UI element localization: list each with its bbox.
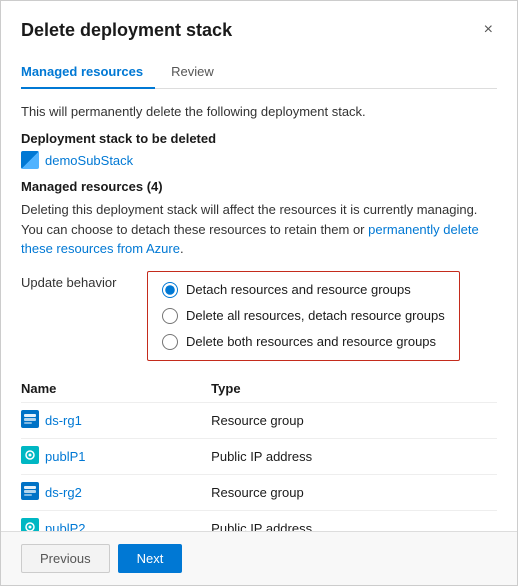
radio-option-detach[interactable]: Detach resources and resource groups xyxy=(162,282,445,298)
managed-description: Deleting this deployment stack will affe… xyxy=(21,200,497,259)
radio-delete-both-label: Delete both resources and resource group… xyxy=(186,334,436,349)
resource-name-cell: ds-rg1 xyxy=(21,402,211,438)
previous-button[interactable]: Previous xyxy=(21,544,110,573)
resource-type: Resource group xyxy=(211,474,497,510)
resources-table: Name Type ds-rg1 Resource group publP1 Pub… xyxy=(21,375,497,531)
resource-name-cell: ds-rg2 xyxy=(21,474,211,510)
ip-address-icon xyxy=(21,518,39,531)
col-type: Type xyxy=(211,375,497,403)
radio-option-delete-both[interactable]: Delete both resources and resource group… xyxy=(162,334,445,350)
radio-delete-all-label: Delete all resources, detach resource gr… xyxy=(186,308,445,323)
deployment-stack-label: Deployment stack to be deleted xyxy=(21,131,497,146)
radio-group: Detach resources and resource groups Del… xyxy=(147,271,460,361)
resource-name[interactable]: publP2 xyxy=(45,521,85,531)
resource-type: Public IP address xyxy=(211,510,497,531)
resource-name[interactable]: ds-rg2 xyxy=(45,485,82,500)
stack-link-row: demoSubStack xyxy=(21,151,497,169)
stack-icon xyxy=(21,151,39,169)
radio-detach[interactable] xyxy=(162,282,178,298)
resource-name-cell: publP1 xyxy=(21,438,211,474)
update-behavior-row: Update behavior Detach resources and res… xyxy=(21,271,497,361)
dialog-title: Delete deployment stack xyxy=(21,20,232,41)
radio-delete-both[interactable] xyxy=(162,334,178,350)
managed-description-text2: . xyxy=(180,241,184,256)
table-row: ds-rg1 Resource group xyxy=(21,402,497,438)
tab-review[interactable]: Review xyxy=(171,56,226,89)
update-behavior-label: Update behavior xyxy=(21,271,131,290)
table-row: publP2 Public IP address xyxy=(21,510,497,531)
next-button[interactable]: Next xyxy=(118,544,183,573)
radio-detach-label: Detach resources and resource groups xyxy=(186,282,411,297)
tab-managed-resources[interactable]: Managed resources xyxy=(21,56,155,89)
resource-type: Public IP address xyxy=(211,438,497,474)
table-row: ds-rg2 Resource group xyxy=(21,474,497,510)
stack-name-link[interactable]: demoSubStack xyxy=(45,153,133,168)
ip-address-icon xyxy=(21,446,39,467)
dialog-header: Delete deployment stack × xyxy=(1,1,517,43)
managed-resources-label: Managed resources (4) xyxy=(21,179,497,194)
resource-name[interactable]: publP1 xyxy=(45,449,85,464)
delete-deployment-stack-dialog: Delete deployment stack × Managed resour… xyxy=(0,0,518,586)
info-text: This will permanently delete the followi… xyxy=(21,103,497,121)
resource-name[interactable]: ds-rg1 xyxy=(45,413,82,428)
dialog-body: This will permanently delete the followi… xyxy=(1,89,517,531)
resource-type: Resource group xyxy=(211,402,497,438)
resource-group-icon xyxy=(21,482,39,503)
radio-option-delete-all[interactable]: Delete all resources, detach resource gr… xyxy=(162,308,445,324)
resource-name-cell: publP2 xyxy=(21,510,211,531)
resource-group-icon xyxy=(21,410,39,431)
dialog-footer: Previous Next xyxy=(1,531,517,585)
table-row: publP1 Public IP address xyxy=(21,438,497,474)
col-name: Name xyxy=(21,375,211,403)
radio-delete-all[interactable] xyxy=(162,308,178,324)
tab-bar: Managed resources Review xyxy=(21,55,497,89)
close-button[interactable]: × xyxy=(480,17,497,43)
